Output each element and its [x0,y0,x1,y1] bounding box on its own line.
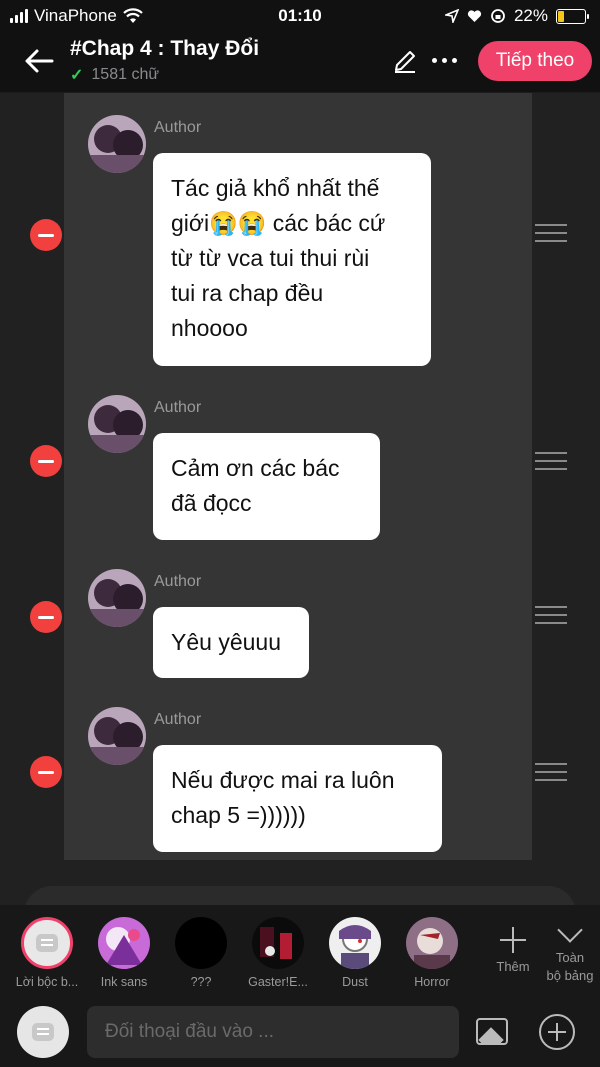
input-bar: Đối thoại đầu vào ... [0,997,600,1067]
image-icon[interactable] [476,1018,508,1045]
message-line: giới😭😭 các bác cứ [171,210,386,236]
drag-handle-icon[interactable] [535,606,567,624]
character-gaster[interactable]: Gaster!E... [243,917,313,989]
word-count: 1581 chữ [91,66,160,83]
character-name: Horror [414,975,450,989]
avatar[interactable] [88,707,146,765]
character-name: Dust [342,975,368,989]
back-arrow-icon[interactable] [22,44,56,78]
delete-message-button[interactable] [30,445,62,477]
battery-icon [556,8,589,24]
speech-bubble-icon [36,934,58,952]
message-line: Tác giả khổ nhất thế [171,175,380,201]
character-name: Lời bộc b... [15,975,79,989]
add-character-button[interactable]: Thêm [488,927,538,974]
add-circle-icon[interactable] [539,1014,575,1050]
avatar[interactable] [88,569,146,627]
orientation-lock-icon [491,9,505,23]
content-card [24,886,576,905]
show-all-button[interactable]: Toàn bộ bảng [540,917,600,985]
character-name: Ink sans [100,975,148,989]
speech-bubble-icon [32,1023,54,1041]
message-line: Cảm ơn các bác [171,455,340,481]
message-line: tui ra chap đều [171,280,324,306]
character-name: Gaster!E... [248,975,308,989]
dialogue-input[interactable]: Đối thoại đầu vào ... [87,1006,459,1058]
next-button[interactable]: Tiếp theo [478,41,592,81]
drag-handle-icon[interactable] [535,224,567,242]
message-bubble[interactable]: Nếu được mai ra luôn chap 5 =)))))) [153,745,442,852]
character-dust[interactable]: Dust [320,917,390,989]
plus-icon [500,927,526,953]
add-character-label: Thêm [496,959,530,974]
drag-handle-icon[interactable] [535,763,567,781]
heart-icon [467,10,482,22]
signal-icon [10,9,28,23]
message-bubble[interactable]: Yêu yêuuu [153,607,309,678]
avatar[interactable] [88,395,146,453]
carrier-label: VinaPhone [34,6,117,25]
author-label: Author [154,399,202,416]
chat-editor: Author Tác giả khổ nhất thế giới😭😭 các b… [0,93,600,905]
wifi-icon [123,8,143,23]
character-horror[interactable]: Horror [397,917,467,989]
author-label: Author [154,119,202,136]
message-line: Nếu được mai ra luôn [171,767,395,793]
message-line: đã đọcc [171,490,252,516]
status-bar: VinaPhone 01:10 22% [0,0,600,32]
character-name: ??? [190,975,212,989]
check-icon: ✓ [70,67,84,84]
message-line: nhoooo [171,315,248,341]
message-line: từ từ vca tui thui rùi [171,245,370,271]
editor-header: #Chap 4 : Thay Đổi ✓ 1581 chữ Tiếp theo [0,32,600,92]
message-bubble[interactable]: Tác giả khổ nhất thế giới😭😭 các bác cứ t… [153,153,431,366]
delete-message-button[interactable] [30,601,62,633]
character-selector: Lời bộc b... Ink sans ??? Gaster!E... Du… [0,905,600,997]
message-line: chap 5 =)))))) [171,802,306,828]
delete-message-button[interactable] [30,756,62,788]
character-unknown[interactable]: ??? [166,917,236,989]
chapter-title[interactable]: #Chap 4 : Thay Đổi [70,37,259,61]
drag-handle-icon[interactable] [535,452,567,470]
character-ink-sans[interactable]: Ink sans [89,917,159,989]
speaker-avatar[interactable] [17,1006,69,1058]
chevron-down-icon [557,917,583,943]
pencil-icon[interactable] [392,48,418,74]
battery-percent: 22% [513,6,548,25]
more-options-icon[interactable] [432,50,466,70]
message-bubble[interactable]: Cảm ơn các bác đã đọcc [153,433,380,540]
author-label: Author [154,573,202,590]
author-label: Author [154,711,202,728]
show-all-label: Toàn bộ bảng [546,950,594,983]
location-icon [444,9,459,23]
delete-message-button[interactable] [30,219,62,251]
character-narrator[interactable]: Lời bộc b... [12,917,82,989]
avatar[interactable] [88,115,146,173]
message-line: Yêu yêuuu [171,629,281,655]
